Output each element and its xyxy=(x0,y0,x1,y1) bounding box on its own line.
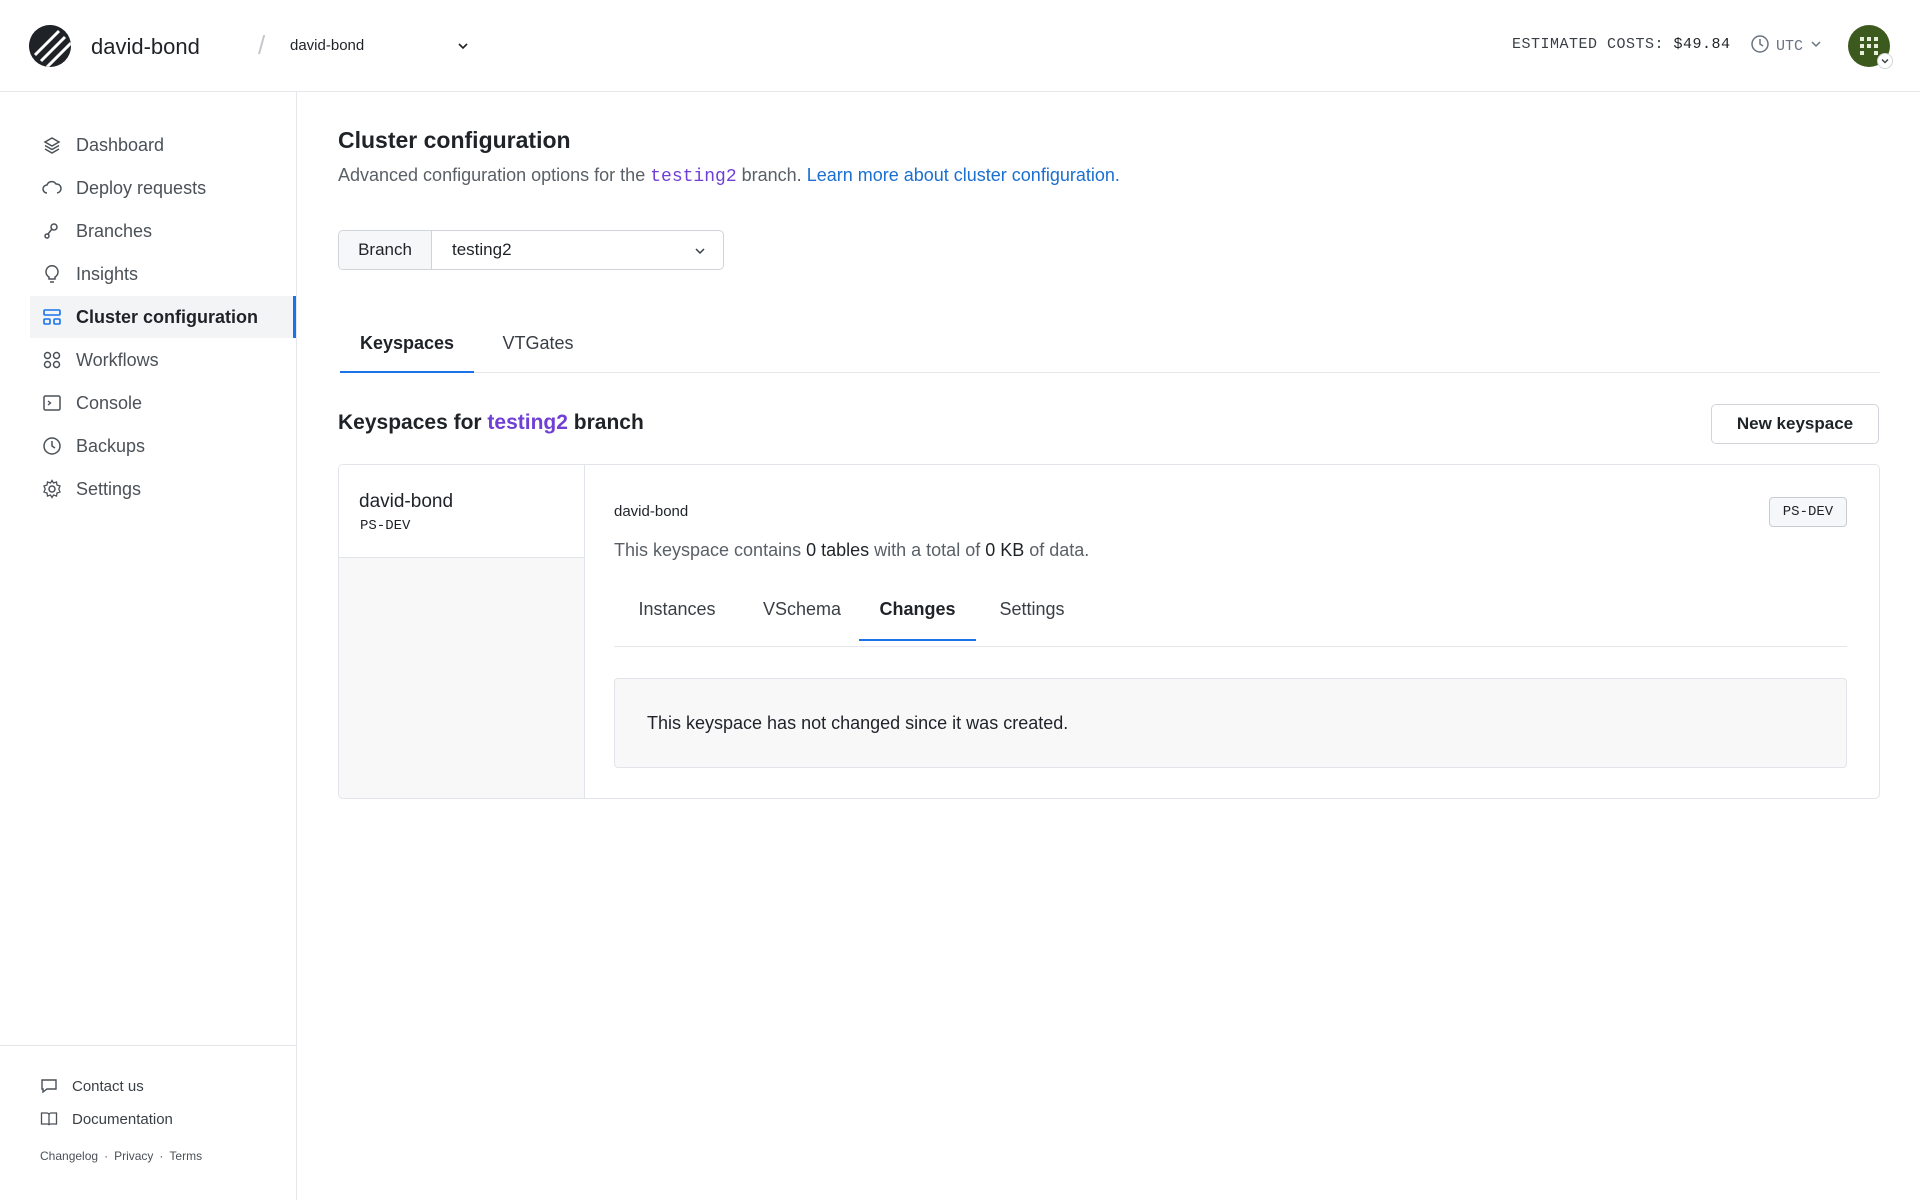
sidebar-item-label: Dashboard xyxy=(76,134,165,155)
database-name: david-bond xyxy=(290,36,365,54)
sidebar-footer xyxy=(0,1045,297,1046)
chevron-down-icon xyxy=(693,243,707,263)
cloud-icon xyxy=(42,178,62,198)
avatar-pattern-icon xyxy=(1860,37,1878,55)
sidebar-item-cluster-configuration[interactable]: Cluster configuration xyxy=(30,296,296,338)
cluster-icon xyxy=(42,307,62,327)
keyspace-list: david-bond PS-DEV xyxy=(339,465,585,798)
estimated-costs-label: ESTIMATED COSTS: xyxy=(1512,36,1665,53)
keyspace-detail-name: david-bond xyxy=(614,503,689,520)
top-header: david-bond / david-bond ESTIMATED COSTS:… xyxy=(0,0,1920,92)
sidebar-item-settings[interactable]: Settings xyxy=(30,468,296,510)
keyspace-list-name: david-bond xyxy=(359,491,454,512)
contact-us-link[interactable]: Contact us xyxy=(40,1077,144,1095)
page-title: Cluster configuration xyxy=(338,127,571,153)
breadcrumb-separator: / xyxy=(258,30,266,60)
chat-icon xyxy=(40,1077,60,1095)
subtitle-branch-code: testing2 xyxy=(650,167,737,187)
sidebar-item-label: Deploy requests xyxy=(76,177,207,198)
sidebar-item-label: Backups xyxy=(76,435,146,456)
gear-icon xyxy=(42,479,62,499)
planetscale-logo-icon[interactable] xyxy=(29,25,71,67)
keyspaces-heading-branch[interactable]: testing2 xyxy=(487,411,568,434)
tab-vschema[interactable]: VSchema xyxy=(740,593,864,641)
sidebar-item-label: Branches xyxy=(76,220,153,241)
new-keyspace-button[interactable]: New keyspace xyxy=(1711,404,1879,444)
sidebar-item-workflows[interactable]: Workflows xyxy=(30,339,296,381)
workflow-icon xyxy=(42,350,62,370)
keyspace-description: This keyspace contains 0 tables with a t… xyxy=(614,540,1089,561)
branch-icon xyxy=(42,221,62,241)
branch-selector-value[interactable]: testing2 xyxy=(432,231,723,269)
terminal-icon xyxy=(42,393,62,413)
chevron-down-icon xyxy=(456,37,470,58)
sidebar: Dashboard Deploy requests Branches Insig… xyxy=(0,92,297,1200)
desc-middle: with a total of xyxy=(869,540,986,560)
tab-vtgates[interactable]: VTGates xyxy=(488,325,588,373)
sidebar-item-insights[interactable]: Insights xyxy=(30,253,296,295)
tab-keyspaces[interactable]: Keyspaces xyxy=(340,325,474,373)
book-icon xyxy=(40,1110,60,1128)
tables-count: 0 tables xyxy=(806,540,870,560)
layers-icon xyxy=(42,135,62,155)
database-selector[interactable]: david-bond xyxy=(290,28,470,62)
keyspace-tabs: Instances VSchema Changes Settings xyxy=(614,593,1847,647)
branch-selector[interactable]: Branch testing2 xyxy=(338,230,724,270)
desc-suffix: of data. xyxy=(1024,540,1090,560)
clock-icon xyxy=(1750,34,1770,58)
timezone-selector[interactable]: UTC xyxy=(1750,34,1823,58)
subtitle-suffix: branch. xyxy=(736,165,807,185)
sidebar-item-backups[interactable]: Backups xyxy=(30,425,296,467)
sidebar-item-label: Insights xyxy=(76,263,139,284)
page-subtitle: Advanced configuration options for the t… xyxy=(338,165,1120,187)
keyspaces-heading-prefix: Keyspaces for xyxy=(338,411,488,434)
keyspace-card: david-bond PS-DEV david-bond PS-DEV This… xyxy=(338,464,1880,799)
keyspaces-heading-suffix: branch xyxy=(567,411,644,434)
org-name[interactable]: david-bond xyxy=(91,34,200,60)
documentation-link[interactable]: Documentation xyxy=(40,1110,173,1128)
terms-link[interactable]: Terms xyxy=(169,1149,202,1163)
branch-value: testing2 xyxy=(452,240,512,259)
learn-more-link[interactable]: Learn more about cluster configuration. xyxy=(807,165,1120,185)
sidebar-item-label: Settings xyxy=(76,478,142,499)
keyspaces-heading: Keyspaces for testing2 branch xyxy=(338,411,644,435)
estimated-costs-value: $49.84 xyxy=(1673,36,1731,53)
sidebar-item-branches[interactable]: Branches xyxy=(30,210,296,252)
legal-links: Changelog · Privacy · Terms xyxy=(40,1149,202,1163)
subtitle-prefix: Advanced configuration options for the xyxy=(338,165,651,185)
lightbulb-icon xyxy=(42,264,62,284)
changes-empty-message: This keyspace has not changed since it w… xyxy=(614,678,1847,768)
changelog-link[interactable]: Changelog xyxy=(40,1149,98,1163)
sidebar-item-label: Cluster configuration xyxy=(76,306,259,327)
chevron-down-icon xyxy=(1809,37,1823,55)
sidebar-item-label: Console xyxy=(76,392,143,413)
separator-dot: · xyxy=(159,1149,164,1163)
branch-selector-label: Branch xyxy=(339,231,432,269)
tab-instances[interactable]: Instances xyxy=(614,593,740,641)
keyspace-list-item[interactable]: david-bond PS-DEV xyxy=(339,465,584,558)
tab-changes[interactable]: Changes xyxy=(859,593,976,641)
account-menu-chevron-icon[interactable] xyxy=(1877,53,1893,69)
desc-prefix: This keyspace contains xyxy=(614,540,807,560)
cluster-size-badge: PS-DEV xyxy=(1769,497,1847,527)
sidebar-item-deploy-requests[interactable]: Deploy requests xyxy=(30,167,296,209)
sidebar-item-console[interactable]: Console xyxy=(30,382,296,424)
timezone-label: UTC xyxy=(1776,37,1804,55)
data-size: 0 KB xyxy=(985,540,1025,560)
keyspace-list-size: PS-DEV xyxy=(360,518,411,534)
documentation-label: Documentation xyxy=(72,1110,173,1128)
sidebar-item-dashboard[interactable]: Dashboard xyxy=(30,124,296,166)
tab-settings[interactable]: Settings xyxy=(981,593,1083,641)
sidebar-item-label: Workflows xyxy=(76,349,159,370)
privacy-link[interactable]: Privacy xyxy=(114,1149,153,1163)
clock-icon xyxy=(42,436,62,456)
estimated-costs[interactable]: ESTIMATED COSTS: $49.84 xyxy=(1512,36,1731,53)
separator-dot: · xyxy=(104,1149,109,1163)
cluster-tabs: Keyspaces VTGates xyxy=(340,325,1880,373)
contact-us-label: Contact us xyxy=(72,1077,144,1095)
